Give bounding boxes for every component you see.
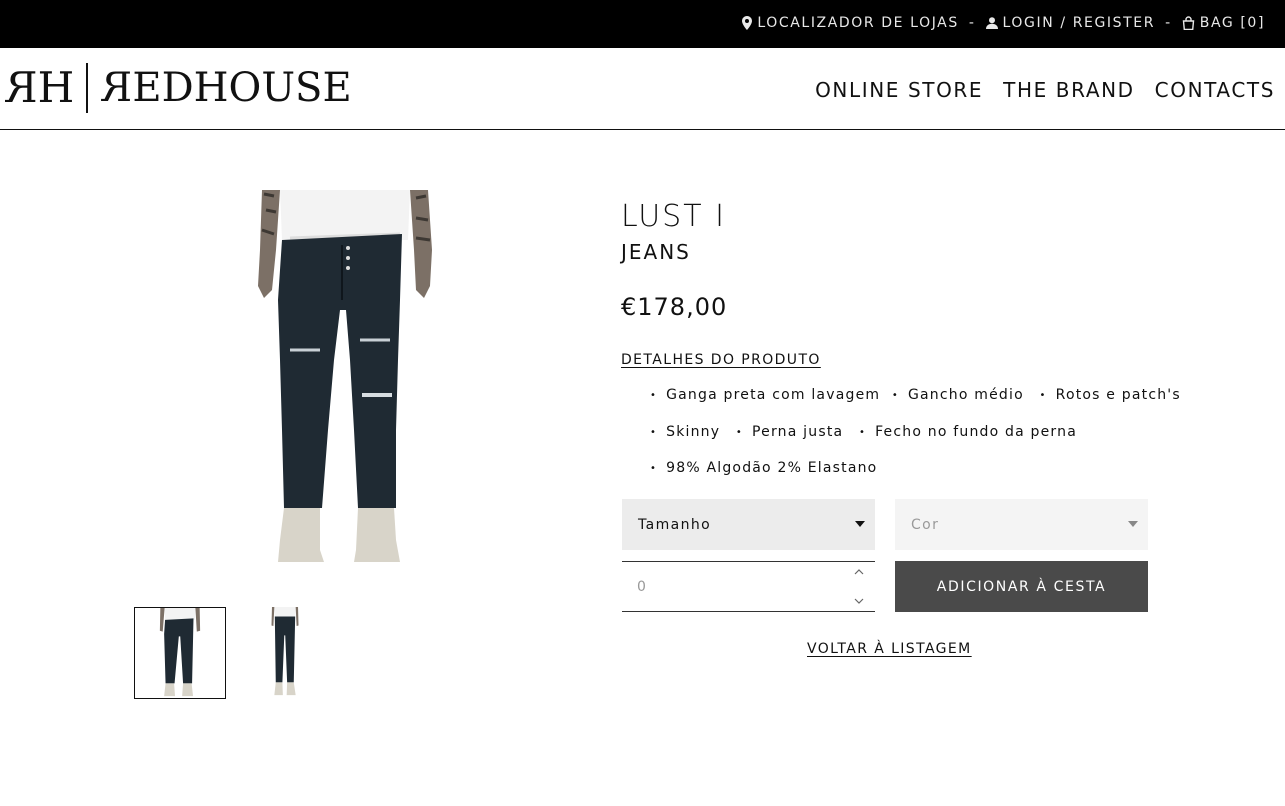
quantity-stepper bbox=[622, 561, 875, 612]
product-category: JEANS bbox=[621, 240, 691, 264]
product-title: LUST I bbox=[621, 199, 726, 234]
quantity-input[interactable] bbox=[622, 562, 842, 611]
product-price: €178,00 bbox=[621, 293, 728, 321]
feature-item: Ganga preta com lavagem bbox=[650, 387, 880, 403]
size-select[interactable]: Tamanho bbox=[622, 499, 875, 550]
bag-link[interactable]: BAG [0] bbox=[1182, 15, 1265, 31]
caret-down-icon bbox=[1128, 521, 1138, 527]
feature-item: Rotos e patch's bbox=[1040, 387, 1181, 403]
color-select-label: Cor bbox=[911, 516, 940, 533]
feature-item: Fecho no fundo da perna bbox=[859, 424, 1077, 440]
feature-item: 98% Algodão 2% Elastano bbox=[650, 460, 877, 476]
feature-list: 98% Algodão 2% Elastano bbox=[650, 460, 877, 476]
logo-divider bbox=[86, 63, 89, 113]
feature-item: Gancho médio bbox=[892, 387, 1024, 403]
separator: - bbox=[968, 15, 976, 31]
map-pin-icon bbox=[742, 16, 753, 30]
feature-list: Skinny Perna justa Fecho no fundo da per… bbox=[650, 424, 1077, 440]
top-bar-links: LOCALIZADOR DE LOJAS - LOGIN / REGISTER … bbox=[742, 15, 1265, 31]
top-bar: LOCALIZADOR DE LOJAS - LOGIN / REGISTER … bbox=[0, 0, 1285, 48]
color-select[interactable]: Cor bbox=[895, 499, 1148, 550]
feature-item: Skinny bbox=[650, 424, 720, 440]
site-header: RH REDHOUSE ONLINE STORE THE BRAND CONTA… bbox=[0, 48, 1285, 130]
thumbnail-image bbox=[271, 607, 299, 696]
feature-list: Ganga preta com lavagem Gancho médio Rot… bbox=[650, 387, 1181, 403]
back-to-listing-link[interactable]: VOLTAR À LISTAGEM bbox=[807, 641, 972, 657]
login-label: LOGIN / REGISTER bbox=[1002, 15, 1156, 31]
store-locator-label: LOCALIZADOR DE LOJAS bbox=[757, 15, 959, 31]
brand-logo[interactable]: RH REDHOUSE bbox=[8, 63, 352, 113]
chevron-down-icon[interactable] bbox=[853, 595, 865, 607]
user-icon bbox=[985, 17, 998, 29]
nav-the-brand[interactable]: THE BRAND bbox=[1003, 78, 1135, 102]
product-thumbnail-front[interactable] bbox=[134, 607, 226, 699]
bag-label: BAG [0] bbox=[1199, 15, 1265, 31]
brand-wordmark: REDHOUSE bbox=[102, 65, 352, 111]
product-details-link[interactable]: DETALHES DO PRODUTO bbox=[621, 352, 821, 368]
add-to-cart-button[interactable]: ADICIONAR À CESTA bbox=[895, 561, 1148, 612]
nav-online-store[interactable]: ONLINE STORE bbox=[815, 78, 983, 102]
chevron-up-icon[interactable] bbox=[853, 566, 865, 578]
brand-monogram: RH bbox=[8, 63, 74, 112]
nav-contacts[interactable]: CONTACTS bbox=[1155, 78, 1275, 102]
store-locator-link[interactable]: LOCALIZADOR DE LOJAS bbox=[742, 15, 959, 31]
caret-down-icon bbox=[855, 521, 865, 527]
separator: - bbox=[1165, 15, 1172, 31]
thumbnail-image bbox=[159, 608, 201, 697]
product-thumbnail-side[interactable] bbox=[240, 607, 332, 699]
product-main-image bbox=[258, 190, 432, 562]
login-link[interactable]: LOGIN / REGISTER bbox=[985, 15, 1156, 31]
size-select-label: Tamanho bbox=[638, 516, 712, 533]
main-nav: ONLINE STORE THE BRAND CONTACTS bbox=[815, 78, 1275, 102]
shopping-bag-icon bbox=[1182, 16, 1195, 30]
feature-item: Perna justa bbox=[736, 424, 843, 440]
